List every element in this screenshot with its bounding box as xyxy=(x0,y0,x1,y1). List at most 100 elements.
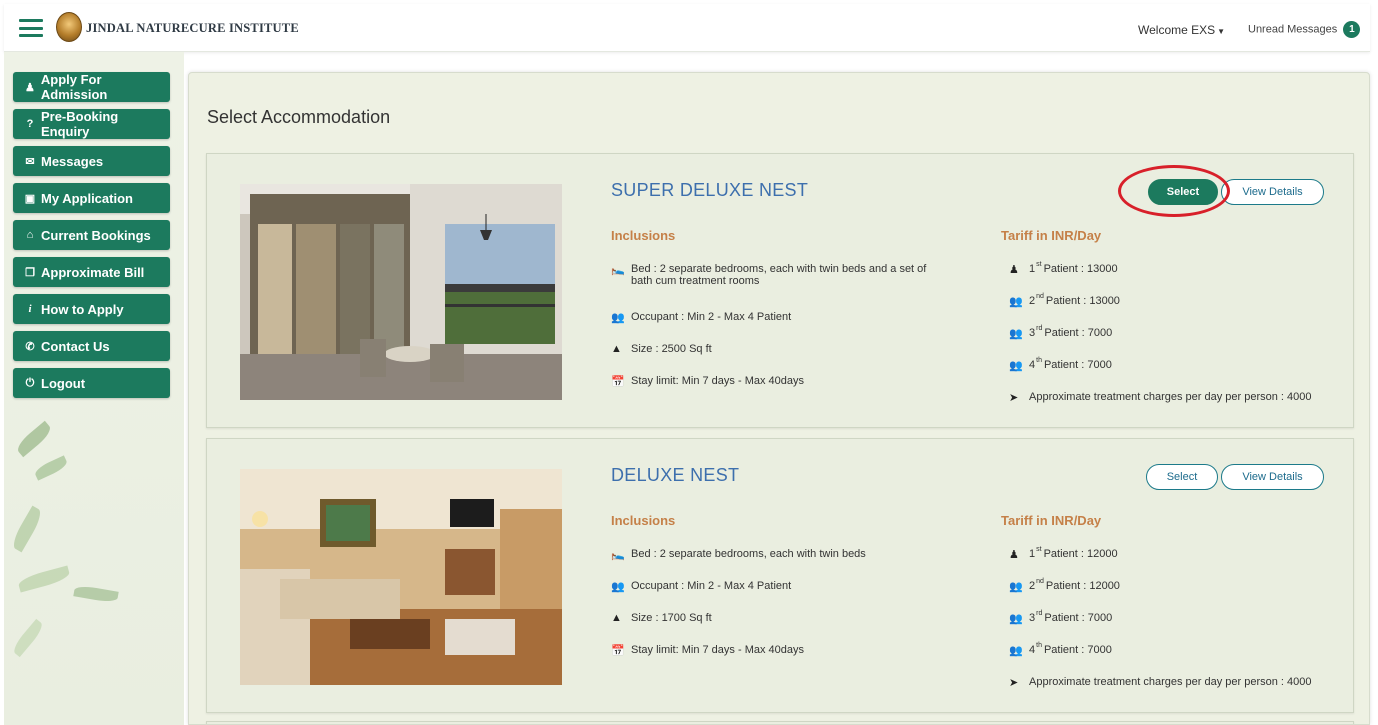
ordinal-suffix: nd xyxy=(1036,293,1044,300)
sidebar-item-label: Messages xyxy=(41,153,104,169)
patient-4-tariff: Patient : 7000 xyxy=(1043,359,1112,371)
patient-4: 4 xyxy=(1029,359,1036,371)
patient-3: 3 xyxy=(1029,327,1036,339)
bed-icon: 🛌 xyxy=(611,264,625,276)
stay-text: Stay limit: Min 7 days - Max 40days xyxy=(631,375,805,387)
sidebar-item-my-application[interactable]: ▣ My Application xyxy=(13,183,170,213)
view-details-button[interactable]: View Details xyxy=(1221,179,1324,205)
question-icon: ? xyxy=(26,118,34,130)
accommodation-card: DELUXE NEST Inclusions 🛌 Bed : 2 separat… xyxy=(206,438,1354,713)
ordinal-suffix: rd xyxy=(1036,325,1043,332)
occupant-info: 👥 Occupant : Min 2 - Max 4 Patient xyxy=(611,580,791,593)
size-info: ▲ Size : 1700 Sq ft xyxy=(611,612,712,624)
ordinal-suffix: th xyxy=(1036,642,1042,649)
inclusions-heading: Inclusions xyxy=(611,513,676,528)
tariff-row: 👥 4th Patient : 7000 xyxy=(1009,357,1112,372)
occupant-info: 👥 Occupant : Min 2 - Max 4 Patient xyxy=(611,311,791,324)
occupant-text: Occupant : Min 2 - Max 4 Patient xyxy=(631,580,792,592)
sidebar-item-label: Pre-Booking Enquiry xyxy=(40,109,119,139)
bed-icon: 🛌 xyxy=(611,549,625,561)
sidebar-item-how-to-apply[interactable]: i How to Apply xyxy=(13,294,170,324)
decorative-leaf xyxy=(73,584,119,604)
user-icon: ♟ xyxy=(25,81,35,94)
view-details-button[interactable]: View Details xyxy=(1221,464,1324,490)
page-title: Select Accommodation xyxy=(207,107,391,127)
room-name: SUPER DELUXE NEST xyxy=(611,180,809,200)
decorative-leaf xyxy=(17,565,71,593)
sidebar-item-label: Current Bookings xyxy=(41,227,151,243)
top-header: JINDAL NATURECURE INSTITUTE Welcome EXS ▼… xyxy=(4,4,1370,52)
tariff-row: 👥 3rd Patient : 7000 xyxy=(1009,325,1113,340)
size-info: ▲ Size : 2500 Sq ft xyxy=(611,343,712,355)
decorative-leaf xyxy=(14,420,54,458)
patient-4: 4 xyxy=(1029,644,1036,656)
institute-logo[interactable] xyxy=(56,12,82,42)
users-icon: 👥 xyxy=(1009,360,1023,372)
treatment-text: Approximate treatment charges per day pe… xyxy=(1029,676,1312,688)
sidebar-item-label: Apply For Admission xyxy=(40,72,108,102)
bed-text-line2: bath cum treatment rooms xyxy=(631,275,760,287)
power-icon: ⏻ xyxy=(25,376,35,389)
annotation-red-circle xyxy=(1118,165,1230,217)
welcome-text: Welcome EXS xyxy=(1138,23,1216,37)
patient-1: 1 xyxy=(1029,263,1036,275)
users-icon: 👥 xyxy=(1009,613,1023,625)
calendar-icon: 📅 xyxy=(611,376,625,388)
accommodation-card: SUPER DELUXE NEST Inclusions 🛌 Bed : 2 s… xyxy=(206,153,1354,428)
tariff-row: 👥 4th Patient : 7000 xyxy=(1009,642,1112,657)
patient-3-tariff: Patient : 7000 xyxy=(1044,327,1113,339)
sidebar-item-logout[interactable]: ⏻ Logout xyxy=(13,368,170,398)
sidebar-item-approximate-bill[interactable]: ❐ Approximate Bill xyxy=(13,257,170,287)
ordinal-suffix: th xyxy=(1036,357,1042,364)
tariff-row: ♟ 1st Patient : 13000 xyxy=(1009,261,1118,276)
users-icon: 👥 xyxy=(1009,581,1023,593)
size-text: Size : 2500 Sq ft xyxy=(631,343,712,355)
bed-info: 🛌 Bed : 2 separate bedrooms, each with t… xyxy=(611,263,951,287)
tariff-heading: Tariff in INR/Day xyxy=(1001,513,1102,528)
users-icon: 👥 xyxy=(1009,296,1023,308)
ordinal-suffix: st xyxy=(1036,546,1042,553)
bed-text-line1: Bed : 2 separate bedrooms, each with twi… xyxy=(631,263,927,275)
decorative-leaf xyxy=(10,618,46,658)
tariff-row: 👥 2nd Patient : 12000 xyxy=(1009,578,1120,593)
tariff-heading: Tariff in INR/Day xyxy=(1001,228,1102,243)
users-icon: 👥 xyxy=(1009,328,1023,340)
sidebar-item-current-bookings[interactable]: ⌂ Current Bookings xyxy=(13,220,170,250)
treatment-text: Approximate treatment charges per day pe… xyxy=(1029,391,1312,403)
users-icon: 👥 xyxy=(1009,645,1023,657)
size-text: Size : 1700 Sq ft xyxy=(631,612,712,624)
brand-name[interactable]: JINDAL NATURECURE INSTITUTE xyxy=(86,21,299,36)
room-photo-illustration xyxy=(240,184,562,400)
bed-text: Bed : 2 separate bedrooms, each with twi… xyxy=(631,263,926,287)
stay-info: 📅 Stay limit: Min 7 days - Max 40days xyxy=(611,375,804,388)
area-chart-icon: ▲ xyxy=(611,343,622,355)
tariff-row: ♟ 1st Patient : 12000 xyxy=(1009,546,1118,561)
area-chart-icon: ▲ xyxy=(611,612,622,624)
sidebar-item-contact-us[interactable]: ✆ Contact Us xyxy=(13,331,170,361)
patient-1: 1 xyxy=(1029,548,1036,560)
unread-messages-link[interactable]: Unread Messages 1 xyxy=(1248,21,1361,38)
occupant-text: Occupant : Min 2 - Max 4 Patient xyxy=(631,311,792,323)
user-dropdown[interactable]: Welcome EXS ▼ xyxy=(1138,23,1225,37)
sidebar-item-pre-booking-enquiry[interactable]: ? Pre-Booking Enquiry xyxy=(13,109,170,139)
accommodation-card-partial xyxy=(206,721,1354,724)
room-photo xyxy=(240,184,562,400)
ordinal-suffix: nd xyxy=(1036,578,1044,585)
inclusions-heading: Inclusions xyxy=(611,228,676,243)
sidebar-item-apply-for-admission[interactable]: ♟ Apply For Admission xyxy=(13,72,170,102)
hamburger-menu-icon[interactable] xyxy=(19,19,43,37)
select-button[interactable]: Select xyxy=(1146,464,1218,490)
stay-text: Stay limit: Min 7 days - Max 40days xyxy=(631,644,805,656)
patient-2: 2 xyxy=(1029,580,1036,592)
ordinal-suffix: st xyxy=(1036,261,1042,268)
patient-2: 2 xyxy=(1029,295,1036,307)
sidebar-item-label: How to Apply xyxy=(41,301,124,317)
tariff-row: 👥 3rd Patient : 7000 xyxy=(1009,610,1112,625)
tariff-row: 👥 2nd Patient : 13000 xyxy=(1009,293,1120,308)
room-photo xyxy=(240,469,562,685)
patient-3: 3 xyxy=(1029,612,1036,624)
tags-icon: ➤ xyxy=(1009,392,1019,404)
user-icon: ♟ xyxy=(1009,264,1019,276)
tags-icon: ➤ xyxy=(1009,677,1019,689)
sidebar-item-messages[interactable]: ✉ Messages xyxy=(13,146,170,176)
